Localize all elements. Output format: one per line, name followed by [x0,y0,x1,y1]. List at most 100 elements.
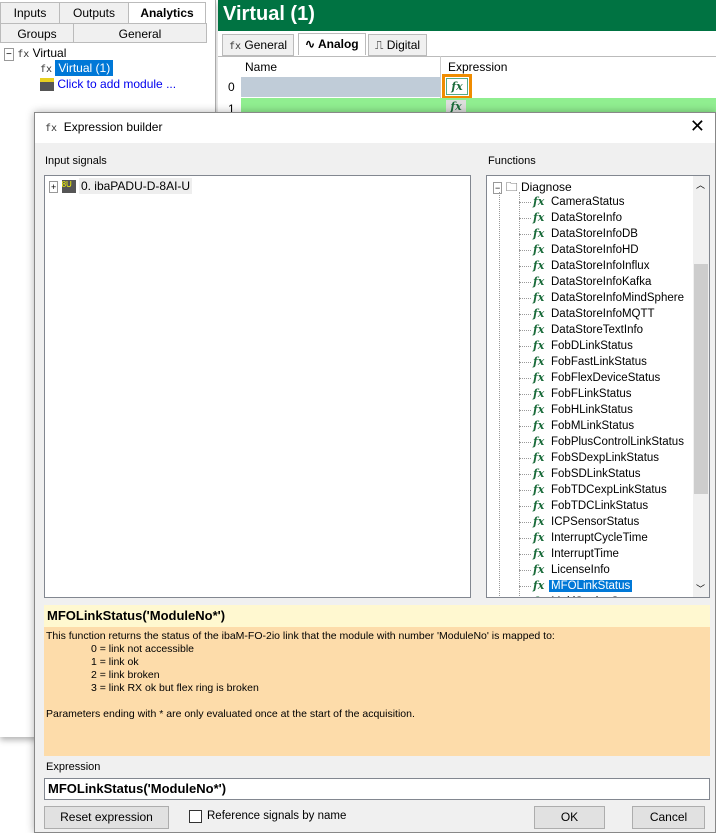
help-note: Parameters ending with * are only evalua… [46,708,415,720]
function-item[interactable]: fx DataStoreTextInfo [519,322,645,338]
function-label: FobFLinkStatus [551,388,632,400]
add-module-link[interactable]: Click to add module ... [40,77,176,92]
help-value: 0 = link not accessible [91,643,195,655]
function-item[interactable]: fx FobFLinkStatus [519,386,634,402]
reset-expression-button[interactable]: Reset expression [44,806,169,829]
tree-item-virtual-1[interactable]: fx Virtual (1) [40,60,114,76]
function-icon: fx [533,547,545,560]
tree-root-label: Virtual [32,46,67,60]
tab-outputs[interactable]: Outputs [59,2,129,24]
dialog-title-bar: fx Expression builder ✕ [35,113,715,143]
function-icon: fx [533,195,545,208]
folder-icon: 🗀 [505,180,518,194]
scroll-down-icon[interactable]: ﹀ [696,582,705,595]
help-value: 2 = link broken [91,669,160,681]
function-item[interactable]: fx InterruptCycleTime [519,530,650,546]
function-item[interactable]: fx DataStoreInfoInflux [519,258,651,274]
function-icon: fx [533,227,545,240]
tab-analytics[interactable]: Analytics [128,2,206,23]
function-icon: fx [533,259,545,272]
tab-general[interactable]: fx General [222,34,295,56]
function-item[interactable]: fx InterruptTime [519,546,621,562]
reference-signals-checkbox[interactable] [189,810,202,823]
expression-input[interactable]: MFOLinkStatus('ModuleNo*') [44,778,710,800]
function-label: DataStoreInfoInflux [551,260,650,272]
function-item[interactable]: fx DataStoreInfoDB [519,226,640,242]
functions-label: Functions [488,155,536,167]
function-icon: fx [533,594,544,597]
function-label: InterruptCycleTime [551,532,648,544]
function-item[interactable]: fx FobFlexDeviceStatus [519,370,662,386]
function-item[interactable]: fx FobSDLinkStatus [519,466,643,482]
row-0-name[interactable] [241,77,440,97]
function-item[interactable]: fx FobDLinkStatus [519,338,635,354]
function-item[interactable]: fx FobPlusControlLinkStatus [519,434,686,450]
function-item[interactable]: fx FobFastLinkStatus [519,354,649,370]
function-label: FobHLinkStatus [551,404,633,416]
expression-button-highlighted[interactable]: fx [442,74,472,99]
function-icon: fx [533,419,545,432]
function-icon: fx [40,64,53,75]
function-item[interactable]: fx FobHLinkStatus [519,402,635,418]
function-icon: fx [45,123,58,134]
function-label: FobSDexpLinkStatus [551,452,660,464]
reference-signals-label: Reference signals by name [207,810,347,822]
tab-analog[interactable]: ∿ Analog [298,33,366,55]
function-icon: fx [533,531,545,544]
help-value: 1 = link ok [91,656,139,668]
scrollbar-thumb[interactable] [694,264,708,494]
function-icon: fx [533,483,545,496]
function-label: FobMLinkStatus [551,420,635,432]
scroll-up-icon[interactable]: ︿ [696,178,705,191]
function-icon: fx [229,41,242,52]
right-panel: Virtual (1) fx General ∿ Analog ⎍ Digita… [218,0,716,120]
close-icon[interactable]: ✕ [690,116,705,137]
tab-general-left[interactable]: General [73,23,207,43]
function-item[interactable]: fx FobTDCexpLinkStatus [519,482,669,498]
function-icon: fx [533,211,545,224]
signal-item[interactable]: + 8U 0. ibaPADU-D-8AI-U [49,178,193,194]
function-item[interactable]: fx ICPSensorStatus [519,514,641,530]
function-item[interactable]: fx DataStoreInfoMindSphere [519,290,686,306]
tree-item-label: Virtual (1) [55,60,114,76]
function-item[interactable]: fx FobMLinkStatus [519,418,636,434]
function-icon: fx [533,275,545,288]
tab-inputs[interactable]: Inputs [0,2,60,24]
input-signals-tree[interactable]: + 8U 0. ibaPADU-D-8AI-U [44,175,471,598]
function-label: DataStoreTextInfo [551,324,644,336]
sine-icon: ∿ [305,37,316,51]
function-icon: fx [533,451,545,464]
function-label: FobFastLinkStatus [551,356,647,368]
group-label: Diagnose [520,180,572,194]
tree-root[interactable]: − fx Virtual [4,46,67,61]
function-item[interactable]: fx MFOLinkStatus [519,578,633,594]
function-item[interactable]: fx FobSDexpLinkStatus [519,450,661,466]
tab-digital[interactable]: ⎍ Digital [368,34,428,56]
scrollbar[interactable]: ︿ ﹀ [693,176,709,597]
ok-button[interactable]: OK [534,806,605,829]
functions-tree[interactable]: − 🗀 Diagnose fx CameraStatus fx DataStoreIn… [486,175,710,598]
function-icon: fx [533,355,545,368]
function-item[interactable]: fx MultiStationStatus [533,594,646,597]
function-label: DataStoreInfoDB [551,228,638,240]
function-item[interactable]: fx DataStoreInfoMQTT [519,306,657,322]
cancel-button[interactable]: Cancel [632,806,705,829]
function-item[interactable]: fx CameraStatus [519,194,627,210]
function-label: InterruptTime [551,548,619,560]
function-item[interactable]: fx FobTDCLinkStatus [519,498,650,514]
help-value: 3 = link RX ok but flex ring is broken [91,682,259,694]
function-label: DataStoreInfoKafka [551,276,652,288]
tab-groups[interactable]: Groups [0,23,74,43]
function-icon: fx [533,467,545,480]
function-label: FobPlusControlLinkStatus [551,436,684,448]
function-item[interactable]: fx LicenseInfo [519,562,612,578]
tab-label: Digital [386,38,421,52]
expression-builder-dialog: fx Expression builder ✕ Input signals + … [34,112,716,833]
function-item[interactable]: fx DataStoreInfo [519,210,624,226]
function-icon: fx [533,435,545,448]
function-item[interactable]: fx DataStoreInfoHD [519,242,641,258]
function-label: FobTDCexpLinkStatus [551,484,667,496]
function-icon: fx [533,403,545,416]
function-item[interactable]: fx DataStoreInfoKafka [519,274,653,290]
column-expression: Expression [448,60,508,74]
